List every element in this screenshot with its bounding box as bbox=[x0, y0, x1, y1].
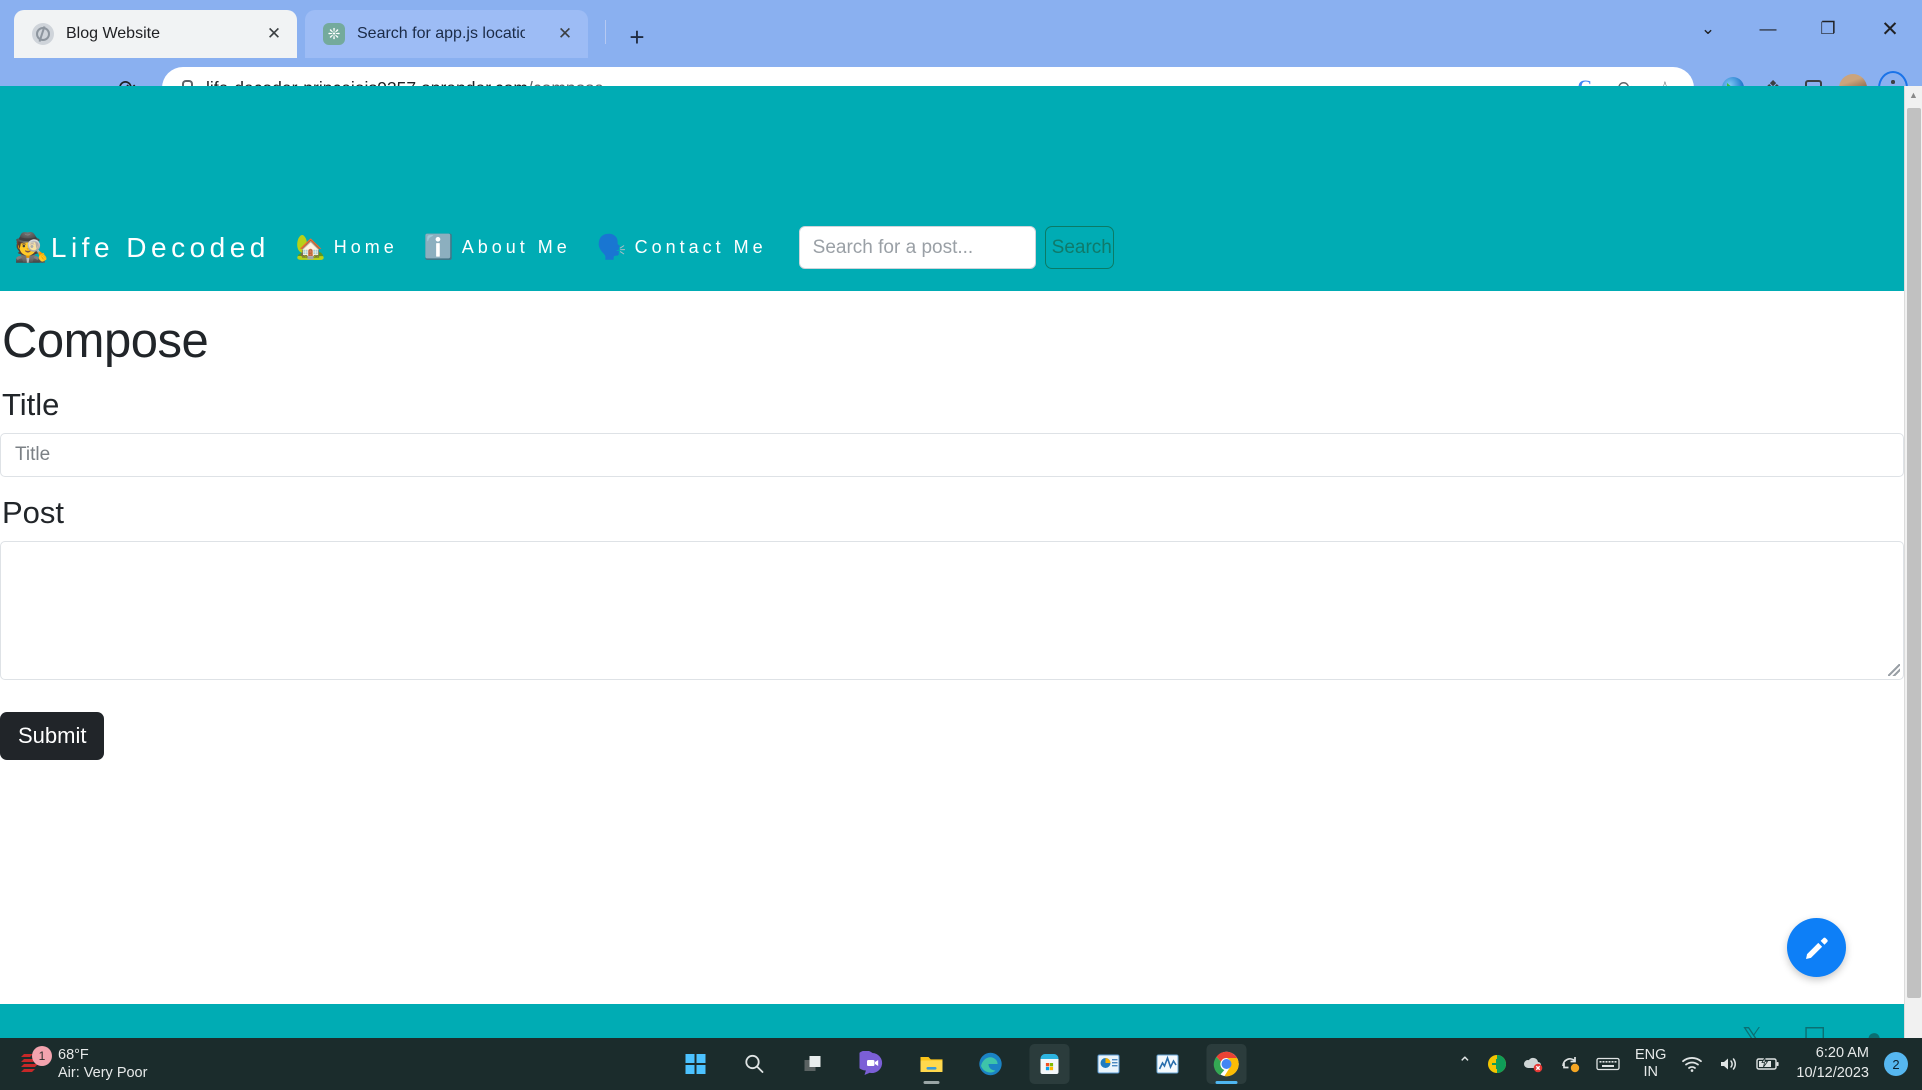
facebook-icon[interactable]: ● bbox=[1866, 1022, 1882, 1038]
page-viewport: 🕵️ Life Decoded 🏡 Home ℹ️ About Me 🗣️ Co… bbox=[0, 86, 1922, 1038]
weather-temperature: 68°F bbox=[58, 1046, 89, 1063]
nav-link-about-me[interactable]: ℹ️ About Me bbox=[423, 233, 571, 261]
post-body-textarea[interactable] bbox=[0, 540, 1904, 680]
taskbar-weather-widget[interactable]: 1 68°F Air: Very Poor bbox=[0, 1046, 147, 1082]
microsoft-edge-icon[interactable] bbox=[971, 1044, 1011, 1084]
maximize-icon[interactable]: ❐ bbox=[1798, 0, 1858, 58]
compose-fab-button[interactable] bbox=[1787, 918, 1846, 977]
tab-strip: Blog Website ✕ ❊ Search for app.js locat… bbox=[0, 0, 1922, 58]
compose-form: Compose Title Title Post Submit bbox=[0, 291, 1904, 760]
tab-divider bbox=[605, 20, 606, 44]
minimize-to-tray-icon[interactable]: ⌄ bbox=[1678, 0, 1738, 58]
powerpoint-icon[interactable] bbox=[1089, 1044, 1129, 1084]
browser-tab-search-for-appjs[interactable]: ❊ Search for app.js location ✕ bbox=[305, 10, 588, 58]
tray-chevron-icon[interactable]: ⌃ bbox=[1458, 1054, 1472, 1074]
browser-window: Blog Website ✕ ❊ Search for app.js locat… bbox=[0, 0, 1922, 1038]
keyboard-icon[interactable] bbox=[1596, 1056, 1620, 1072]
scroll-up-arrow-icon[interactable]: ▲ bbox=[1905, 86, 1922, 104]
taskbar-app-icons bbox=[676, 1044, 1247, 1084]
title-field-label: Title bbox=[2, 386, 60, 422]
search-button[interactable]: Search bbox=[1044, 226, 1114, 269]
search-input[interactable]: Search for a post... bbox=[798, 226, 1036, 269]
microsoft-store-icon[interactable] bbox=[1029, 1044, 1070, 1084]
weather-badge: 1 bbox=[32, 1046, 52, 1066]
tab-title: Blog Website bbox=[66, 25, 160, 42]
shield-green-icon[interactable] bbox=[1487, 1054, 1507, 1074]
weather-air-quality: Air: Very Poor bbox=[58, 1065, 148, 1081]
nav-link-label: Contact Me bbox=[634, 237, 767, 257]
speech-bubble-icon: 🗣️ bbox=[596, 233, 627, 261]
site-footer: 𝕏 ☐ ● bbox=[0, 1004, 1904, 1038]
nav-link-label: Home bbox=[333, 237, 398, 257]
file-explorer-icon[interactable] bbox=[912, 1044, 952, 1084]
close-icon[interactable]: ✕ bbox=[1858, 0, 1922, 58]
taskbar-clock[interactable]: 6:20 AM 10/12/2023 bbox=[1796, 1044, 1869, 1083]
running-indicator bbox=[1215, 1081, 1238, 1084]
chatgpt-icon: ❊ bbox=[323, 23, 345, 45]
tab-close-icon[interactable]: ✕ bbox=[552, 21, 578, 47]
site-brand[interactable]: 🕵️ Life Decoded bbox=[0, 232, 270, 264]
minimize-icon[interactable]: — bbox=[1738, 0, 1798, 58]
resize-handle-icon[interactable] bbox=[1888, 663, 1900, 676]
language-line1: ENG bbox=[1635, 1046, 1667, 1063]
detective-icon: 🕵️ bbox=[14, 231, 49, 263]
sync-warning-icon[interactable] bbox=[1559, 1054, 1581, 1074]
clock-date: 10/12/2023 bbox=[1796, 1065, 1869, 1081]
tab-close-icon[interactable]: ✕ bbox=[261, 21, 287, 47]
web-page: 🕵️ Life Decoded 🏡 Home ℹ️ About Me 🗣️ Co… bbox=[0, 86, 1904, 1038]
browser-tab-blog-website[interactable]: Blog Website ✕ bbox=[14, 10, 297, 58]
language-line2: IN bbox=[1643, 1064, 1658, 1080]
notification-badge[interactable]: 2 bbox=[1884, 1052, 1908, 1076]
x-twitter-icon[interactable]: 𝕏 bbox=[1742, 1022, 1763, 1038]
nav-link-home[interactable]: 🏡 Home bbox=[295, 233, 398, 261]
start-windows-icon[interactable] bbox=[676, 1044, 716, 1084]
running-indicator bbox=[923, 1081, 940, 1084]
tab-title: Search for app.js location bbox=[357, 25, 525, 42]
scrollbar-thumb[interactable] bbox=[1907, 108, 1921, 998]
page-scrollbar[interactable]: ▲ bbox=[1904, 86, 1922, 1038]
clock-time: 6:20 AM bbox=[1815, 1045, 1869, 1062]
google-chrome-icon[interactable] bbox=[1206, 1044, 1247, 1084]
nav-link-contact-me[interactable]: 🗣️ Contact Me bbox=[596, 233, 767, 261]
globe-icon bbox=[32, 23, 54, 45]
post-field-label: Post bbox=[2, 494, 65, 530]
nav-link-label: About Me bbox=[461, 237, 571, 257]
air-quality-icon: 1 bbox=[18, 1046, 52, 1079]
house-icon: 🏡 bbox=[295, 233, 326, 261]
new-tab-button[interactable]: + bbox=[620, 20, 654, 54]
footer-social-links: 𝕏 ☐ ● bbox=[1742, 1022, 1882, 1038]
task-manager-icon[interactable] bbox=[1148, 1044, 1188, 1084]
info-icon: ℹ️ bbox=[423, 233, 454, 261]
task-view-icon[interactable] bbox=[794, 1044, 834, 1084]
language-indicator[interactable]: ENG IN bbox=[1635, 1047, 1666, 1082]
taskbar-system-tray: ⌃ ENG IN 6:20 AM 10/12/2023 2 bbox=[1458, 1044, 1922, 1083]
pencil-edit-icon bbox=[1805, 937, 1828, 959]
page-title: Compose bbox=[2, 314, 209, 368]
site-header: 🕵️ Life Decoded 🏡 Home ℹ️ About Me 🗣️ Co… bbox=[0, 86, 1904, 291]
battery-charging-icon[interactable] bbox=[1755, 1056, 1781, 1072]
post-title-input[interactable]: Title bbox=[0, 432, 1904, 477]
instagram-icon[interactable]: ☐ bbox=[1803, 1022, 1826, 1038]
site-navbar: 🕵️ Life Decoded 🏡 Home ℹ️ About Me 🗣️ Co… bbox=[0, 226, 1114, 269]
windows-taskbar: 1 68°F Air: Very Poor ⌃ ENG IN 6:20 AM 1… bbox=[0, 1038, 1922, 1090]
brand-name: Life Decoded bbox=[50, 231, 270, 263]
cloud-error-icon[interactable] bbox=[1522, 1055, 1544, 1073]
submit-button[interactable]: Submit bbox=[0, 711, 105, 760]
volume-icon[interactable] bbox=[1718, 1055, 1740, 1073]
window-controls: ⌄ — ❐ ✕ bbox=[1678, 0, 1922, 58]
chat-teams-icon[interactable] bbox=[853, 1044, 893, 1084]
weather-text: 68°F Air: Very Poor bbox=[58, 1046, 147, 1082]
search-icon[interactable] bbox=[735, 1044, 775, 1084]
wifi-icon[interactable] bbox=[1681, 1055, 1703, 1073]
